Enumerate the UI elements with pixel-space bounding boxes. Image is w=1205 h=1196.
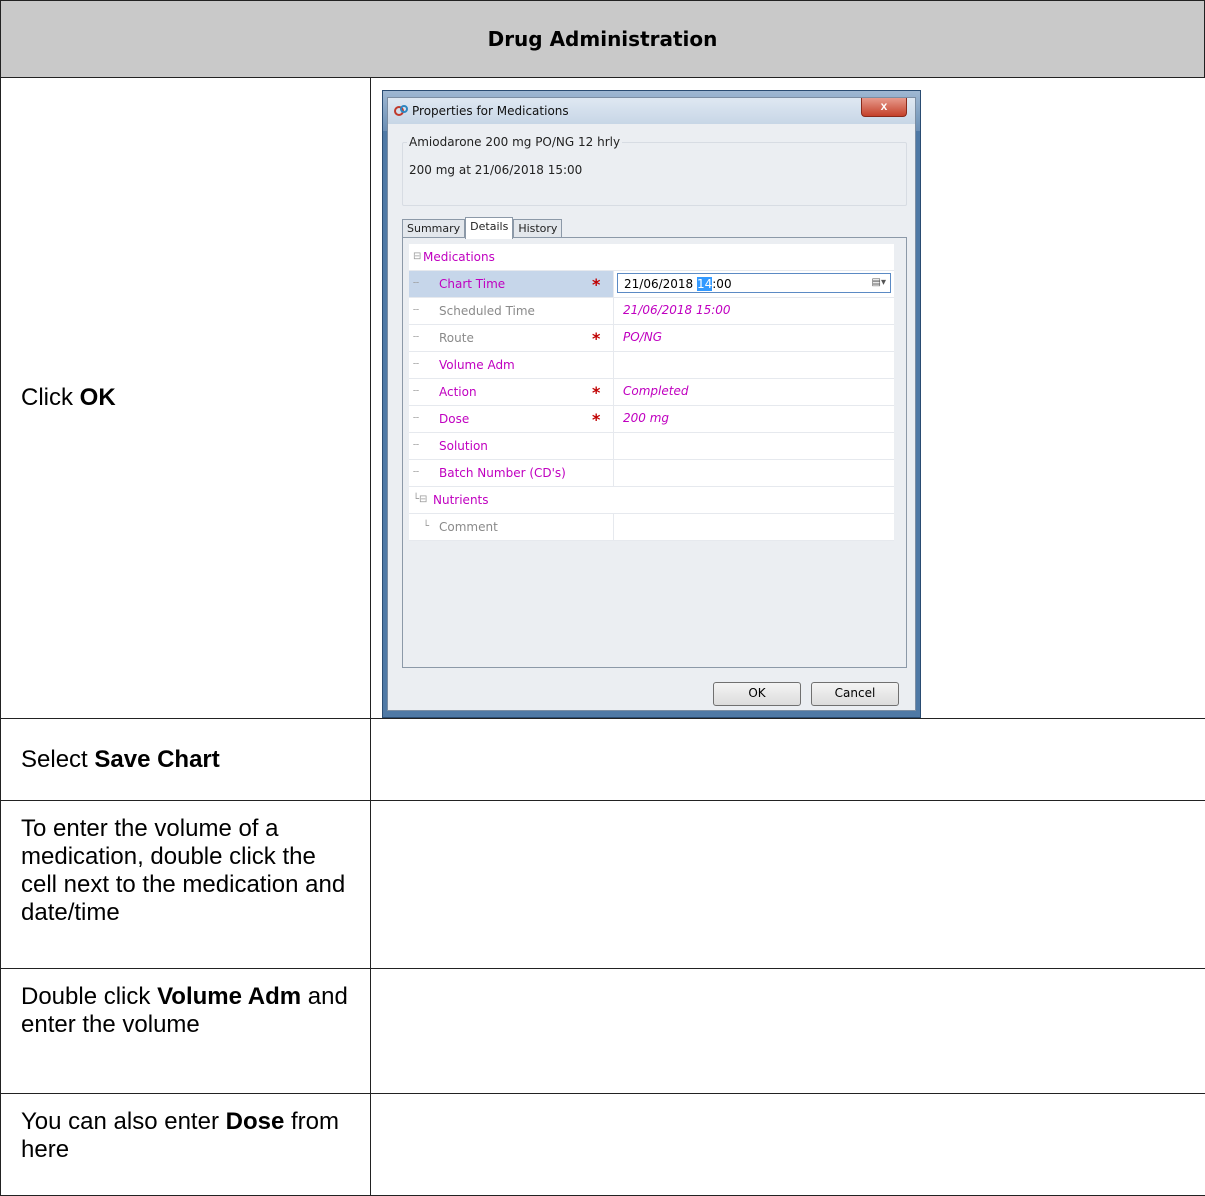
- tab-history[interactable]: History: [513, 219, 563, 238]
- dialog-titlebar: Properties for Medications x: [388, 98, 915, 124]
- step-text: Select: [21, 745, 95, 773]
- dialog-title: Properties for Medications: [412, 104, 569, 118]
- dialog-tabs: Summary Details History: [402, 217, 563, 239]
- step-keyword: Dose: [225, 1108, 285, 1135]
- step-text: Double click: [21, 983, 158, 1010]
- row-label: Chart Time: [439, 277, 506, 291]
- step-row: Double click Volume Adm and enter the vo…: [0, 969, 1205, 1094]
- table-title: Drug Administration: [0, 0, 1205, 78]
- group-medications[interactable]: ⊟ Medications: [409, 244, 894, 271]
- cancel-button[interactable]: Cancel: [811, 682, 899, 706]
- selected-hour: 14: [696, 277, 713, 291]
- row-label: Volume Adm: [439, 358, 515, 372]
- minutes-text: :00: [712, 277, 732, 291]
- row-value: Completed: [623, 384, 689, 398]
- step-screenshot-cell: [372, 969, 1205, 1093]
- group-label: Medications: [423, 250, 495, 264]
- chart-time-input[interactable]: 21/06/2018 14:00 ▤▾: [617, 273, 891, 293]
- step-screenshot-cell: [372, 719, 1205, 800]
- collapse-icon[interactable]: ⊟: [413, 251, 421, 262]
- step-instruction: Select Save Chart: [1, 719, 371, 800]
- required-marker: *: [592, 410, 601, 429]
- step-text: To enter the volume of a medication, dou…: [21, 815, 346, 926]
- step-row: Select Save Chart: [0, 719, 1205, 801]
- step-keyword: OK: [79, 383, 116, 411]
- details-panel: ⊟ Medications ┄ Chart Time * 21/06/2018 14…: [402, 237, 907, 668]
- step-keyword: Volume Adm: [157, 983, 302, 1010]
- row-label: Scheduled Time: [439, 304, 535, 318]
- property-grid: ⊟ Medications ┄ Chart Time * 21/06/2018 14…: [409, 244, 894, 541]
- ok-button[interactable]: OK: [713, 682, 801, 706]
- required-marker: *: [592, 275, 601, 294]
- order-group: Amiodarone 200 mg PO/NG 12 hrly 200 mg a…: [402, 135, 907, 206]
- grid-row-chart-time[interactable]: ┄ Chart Time * 21/06/2018 14:00 ▤▾: [409, 271, 894, 298]
- step-row: To enter the volume of a medication, dou…: [0, 801, 1205, 969]
- step-row: Click OK Properties for Medications x Am…: [0, 77, 1205, 719]
- step-screenshot-cell: Properties for Medications x Amiodarone …: [372, 77, 1205, 718]
- tab-summary[interactable]: Summary: [402, 219, 466, 238]
- required-marker: *: [592, 383, 601, 402]
- step-instruction: You can also enter Dose from here: [1, 1094, 371, 1195]
- app-icon: [394, 105, 408, 116]
- properties-dialog: Properties for Medications x Amiodarone …: [387, 97, 916, 711]
- row-value: PO/NG: [623, 330, 662, 344]
- group-label: Nutrients: [433, 493, 489, 507]
- grid-row-scheduled-time[interactable]: ┄ Scheduled Time 21/06/2018 15:00: [409, 298, 894, 325]
- instruction-table: Drug Administration Click OK Properties …: [0, 0, 1205, 1196]
- row-value: 21/06/2018 15:00: [623, 303, 731, 317]
- order-detail: 200 mg at 21/06/2018 15:00: [409, 163, 583, 177]
- step-text: Click: [21, 383, 80, 411]
- step-instruction: To enter the volume of a medication, dou…: [1, 801, 371, 968]
- row-label: Dose: [439, 412, 470, 426]
- grid-row-volume-adm[interactable]: ┄ Volume Adm: [409, 352, 894, 379]
- row-label: Action: [439, 385, 477, 399]
- collapse-icon[interactable]: └⊟: [413, 494, 427, 505]
- step-keyword: Save Chart: [94, 745, 220, 773]
- step-screenshot-cell: [372, 801, 1205, 968]
- grid-row-batch-number[interactable]: ┄ Batch Number (CD's): [409, 460, 894, 487]
- row-label: Batch Number (CD's): [439, 466, 566, 480]
- step-instruction: Double click Volume Adm and enter the vo…: [1, 969, 371, 1093]
- step-row: You can also enter Dose from here: [0, 1094, 1205, 1196]
- row-value: 200 mg: [623, 411, 670, 425]
- step-screenshot-cell: [372, 1094, 1205, 1195]
- date-text: 21/06/2018: [624, 277, 697, 291]
- row-label: Comment: [439, 520, 498, 534]
- row-label: Route: [439, 331, 474, 345]
- dialog-screenshot: Properties for Medications x Amiodarone …: [383, 91, 920, 717]
- row-label: Solution: [439, 439, 488, 453]
- grid-row-route[interactable]: ┄ Route * PO/NG: [409, 325, 894, 352]
- step-text: You can also enter: [21, 1108, 226, 1135]
- grid-row-solution[interactable]: ┄ Solution: [409, 433, 894, 460]
- calendar-dropdown-icon[interactable]: ▤▾: [872, 277, 886, 288]
- step-instruction: Click OK: [1, 77, 371, 718]
- grid-row-comment[interactable]: └ Comment: [409, 514, 894, 541]
- grid-row-action[interactable]: ┄ Action * Completed: [409, 379, 894, 406]
- tab-details[interactable]: Details: [465, 217, 514, 239]
- group-nutrients[interactable]: └⊟ Nutrients: [409, 487, 894, 514]
- grid-row-dose[interactable]: ┄ Dose * 200 mg: [409, 406, 894, 433]
- order-title: Amiodarone 200 mg PO/NG 12 hrly: [407, 135, 623, 149]
- close-button[interactable]: x: [861, 98, 907, 117]
- required-marker: *: [592, 329, 601, 348]
